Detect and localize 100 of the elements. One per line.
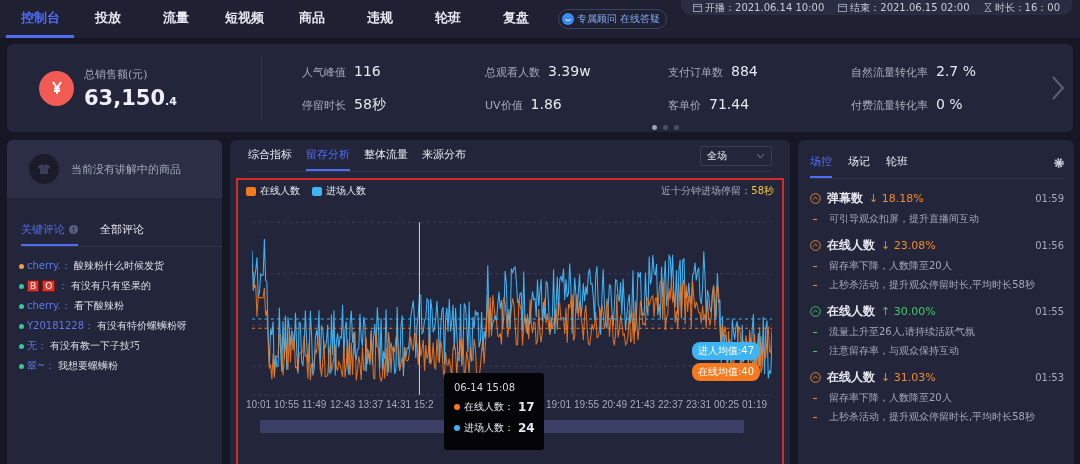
- control-tab[interactable]: 轮班: [886, 148, 908, 178]
- axis-label: 12:43: [330, 399, 357, 410]
- tooltip-value: 17: [518, 400, 535, 414]
- comment-tab[interactable]: 关键评论: [21, 216, 78, 246]
- nav-tab[interactable]: 复盘: [482, 0, 550, 38]
- tooltip-label: 进场人数：: [464, 421, 514, 435]
- comment-text: 有没有特价螺蛳粉呀: [97, 319, 187, 333]
- session-info: 结束：2021.06.15 02:00: [850, 0, 970, 15]
- metric-value: 2.7 %: [936, 62, 977, 79]
- event-note: 留存率下降，人数降至20人: [829, 259, 952, 273]
- event-title: 在线人数: [827, 237, 875, 254]
- event-time: 01:59: [1035, 193, 1064, 204]
- yen-icon: [39, 70, 74, 106]
- nav-tab[interactable]: 控制台: [6, 0, 74, 38]
- legend-item[interactable]: 在线人数: [246, 184, 300, 198]
- axis-label: 15:2: [414, 399, 435, 410]
- product-icon: [29, 154, 59, 184]
- metric-value: 884: [731, 62, 758, 79]
- sales-value: 63,150.4: [84, 85, 177, 110]
- metric-value: 3.39w: [548, 62, 591, 79]
- metric-value: 1.86: [530, 95, 562, 112]
- event-change: ↓ 31.03%: [881, 371, 936, 384]
- metric-label: 客单价: [668, 97, 701, 113]
- scope-select[interactable]: 全场: [700, 145, 772, 166]
- event-change: ↑ 30.00%: [881, 305, 936, 318]
- average-label: 进人均值:47: [691, 342, 760, 360]
- event-change: ↓ 23.08%: [881, 239, 936, 252]
- axis-label: 22:37: [658, 399, 685, 410]
- collapse-icon[interactable]: [810, 372, 821, 383]
- tooltip-value: 24: [518, 421, 535, 435]
- stay-note: 近十分钟进场停留：58秒: [661, 184, 774, 198]
- axis-label: 19:55: [574, 399, 601, 410]
- nav-tab[interactable]: 违规: [346, 0, 414, 38]
- metric-value: 116: [354, 62, 381, 79]
- nav-tab[interactable]: 商品: [278, 0, 346, 38]
- comment-user[interactable]: cherry.：: [27, 259, 71, 273]
- comment-text: 酸辣粉什么时候发货: [73, 259, 164, 273]
- collapse-icon[interactable]: [810, 306, 821, 317]
- smile-icon: [562, 13, 574, 25]
- axis-label: 00:25: [714, 399, 741, 410]
- nav-tab[interactable]: 流量: [142, 0, 210, 38]
- calendar-icon: [693, 3, 702, 12]
- comment-text: 我想要螺蛳粉: [58, 359, 119, 373]
- event-title: 在线人数: [827, 369, 875, 386]
- analysis-tab[interactable]: 来源分布: [422, 140, 466, 171]
- event-note: 上秒杀活动，提升观众停留时长,平均时长58秒: [829, 278, 1035, 292]
- metric-label: 总观看人数: [485, 64, 540, 80]
- session-info: 开播：2021.06.14 10:00: [705, 0, 825, 15]
- comment-user[interactable]: 无：: [27, 339, 47, 353]
- event-title: 弹幕数: [827, 190, 863, 207]
- comment-tab[interactable]: 全部评论: [100, 216, 144, 246]
- calendar-icon: [838, 3, 848, 12]
- analysis-tab[interactable]: 综合指标: [248, 140, 292, 171]
- page-dot[interactable]: [674, 125, 679, 130]
- nav-tab[interactable]: 短视频: [210, 0, 278, 38]
- event-note: 可引导观众扣屏，提升直播间互动: [829, 212, 979, 226]
- page-dot[interactable]: [663, 125, 668, 130]
- comment-user[interactable]: Y20181228：: [27, 319, 94, 333]
- tooltip-label: 在线人数：: [464, 400, 514, 414]
- comment-text: 有没有教一下子技巧: [50, 339, 140, 353]
- event-note: 留存率下降，人数降至20人: [829, 391, 952, 405]
- control-tab[interactable]: 场控: [810, 148, 832, 178]
- event-time: 01:55: [1035, 306, 1064, 317]
- nav-tab[interactable]: 投放: [74, 0, 142, 38]
- axis-label: 01:19: [742, 399, 769, 410]
- user-badge: O: [42, 280, 56, 292]
- analysis-tab[interactable]: 留存分析: [306, 140, 350, 171]
- axis-label: 10:55: [274, 399, 301, 410]
- product-status: 当前没有讲解中的商品: [71, 161, 181, 177]
- hourglass-icon: [983, 3, 992, 12]
- event-time: 01:53: [1035, 372, 1064, 383]
- metric-value: 58秒: [354, 95, 386, 114]
- axis-label: 21:43: [630, 399, 657, 410]
- comment-user[interactable]: cherry.：: [27, 299, 71, 313]
- collapse-icon[interactable]: [810, 193, 821, 204]
- comment-user[interactable]: 翠~：: [27, 359, 56, 373]
- metric-value: 0 %: [936, 95, 963, 112]
- tooltip-time: 06-14 15:08: [454, 382, 517, 393]
- average-label: 在线均值:40: [691, 363, 760, 381]
- metric-label: 自然流量转化率: [851, 64, 928, 80]
- session-info: 时长：16：00: [994, 0, 1060, 15]
- event-change: ↓ 18.18%: [869, 192, 924, 205]
- axis-label: 14:31: [386, 399, 413, 410]
- info-icon: [69, 225, 78, 234]
- event-note: 上秒杀活动，提升观众停留时长,平均时长58秒: [829, 410, 1035, 424]
- axis-label: 19:01: [546, 399, 573, 410]
- event-note: 流量上升至26人,请持续活跃气氛: [829, 325, 975, 339]
- legend-item[interactable]: 进场人数: [312, 184, 366, 198]
- axis-label: 13:37: [358, 399, 385, 410]
- metric-label: 付费流量转化率: [851, 97, 928, 113]
- nav-tab[interactable]: 轮班: [414, 0, 482, 38]
- settings-icon[interactable]: [1054, 158, 1064, 168]
- axis-label: 11:49: [302, 399, 328, 410]
- event-note: 注意留存率，与观众保持互动: [829, 344, 959, 358]
- page-dot[interactable]: [652, 125, 657, 130]
- analysis-tab[interactable]: 整体流量: [364, 140, 408, 171]
- metric-label: 支付订单数: [668, 64, 723, 80]
- control-tab[interactable]: 场记: [848, 148, 870, 178]
- collapse-icon[interactable]: [810, 240, 821, 251]
- metric-value: 71.44: [709, 95, 750, 112]
